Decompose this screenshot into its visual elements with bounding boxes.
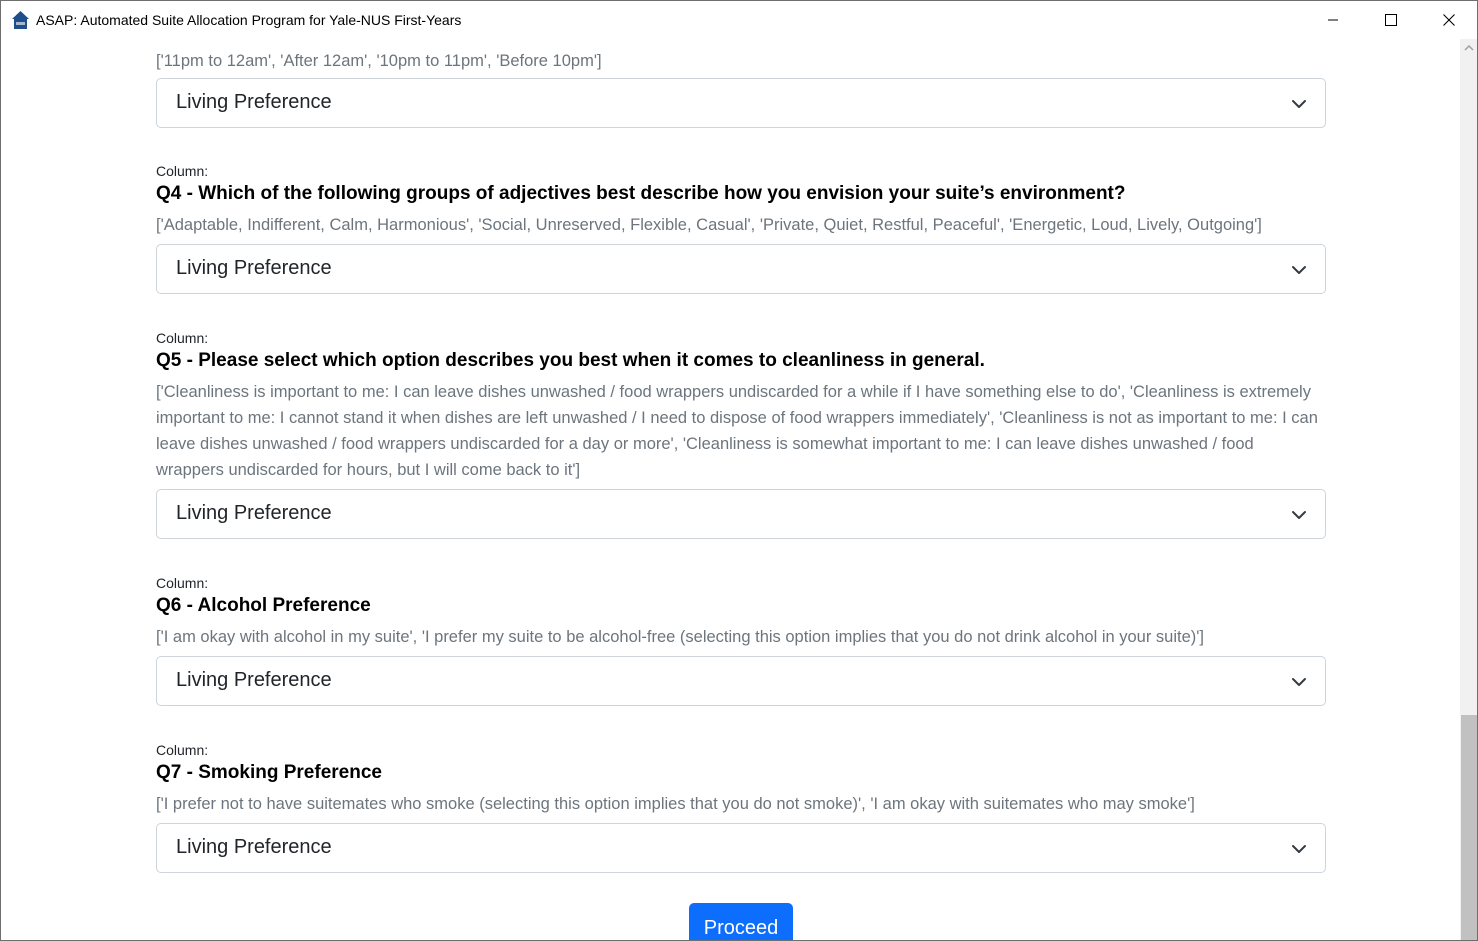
maximize-button[interactable] — [1362, 1, 1420, 39]
question-title: Q7 - Smoking Preference — [156, 762, 382, 783]
column-label: Column: — [156, 742, 209, 758]
app-window: ASAP: Automated Suite Allocation Program… — [0, 0, 1478, 941]
question-options: ['Cleanliness is important to me: I can … — [156, 383, 1318, 479]
select-value: Living Preference — [176, 502, 332, 524]
title-bar: ASAP: Automated Suite Allocation Program… — [1, 1, 1477, 39]
chevron-down-icon — [1292, 678, 1306, 686]
question-q6: Column: Q6 - Alcohol Preference ['I am o… — [156, 575, 1326, 706]
window-title: ASAP: Automated Suite Allocation Program… — [36, 12, 462, 28]
question-options: ['11pm to 12am', 'After 12am', '10pm to … — [156, 52, 602, 70]
chevron-up-icon — [1464, 44, 1474, 51]
form-content: ['11pm to 12am', 'After 12am', '10pm to … — [1, 39, 1460, 940]
chevron-down-icon — [1292, 100, 1306, 108]
living-preference-select-q3[interactable]: Living Preference — [156, 78, 1326, 128]
chevron-down-icon — [1292, 266, 1306, 274]
question-options: ['Adaptable, Indifferent, Calm, Harmonio… — [156, 216, 1262, 234]
question-title: Q6 - Alcohol Preference — [156, 595, 371, 616]
living-preference-select-q6[interactable]: Living Preference — [156, 656, 1326, 706]
column-label: Column: — [156, 330, 209, 346]
question-q5: Column: Q5 - Please select which option … — [156, 330, 1326, 539]
question-q3-partial: ['11pm to 12am', 'After 12am', '10pm to … — [156, 48, 1326, 128]
column-label: Column: — [156, 575, 209, 591]
question-title: Q5 - Please select which option describe… — [156, 350, 985, 371]
select-value: Living Preference — [176, 836, 332, 858]
maximize-icon — [1385, 14, 1397, 26]
select-value: Living Preference — [176, 257, 332, 279]
scrollbar-thumb[interactable] — [1461, 715, 1477, 940]
chevron-down-icon — [1292, 511, 1306, 519]
column-label: Column: — [156, 163, 209, 179]
question-options: ['I am okay with alcohol in my suite', '… — [156, 628, 1205, 646]
vertical-scrollbar[interactable] — [1460, 39, 1477, 940]
house-icon — [12, 11, 29, 29]
question-options: ['I prefer not to have suitemates who sm… — [156, 795, 1195, 813]
select-value: Living Preference — [176, 669, 332, 691]
living-preference-select-q5[interactable]: Living Preference — [156, 489, 1326, 539]
living-preference-select-q7[interactable]: Living Preference — [156, 823, 1326, 873]
select-value: Living Preference — [176, 91, 332, 113]
minimize-icon — [1328, 19, 1338, 21]
close-button[interactable] — [1420, 1, 1477, 39]
living-preference-select-q4[interactable]: Living Preference — [156, 244, 1326, 294]
question-q7: Column: Q7 - Smoking Preference ['I pref… — [156, 742, 1326, 873]
close-icon — [1443, 14, 1455, 26]
chevron-down-icon — [1292, 845, 1306, 853]
question-title: Q4 - Which of the following groups of ad… — [156, 183, 1126, 204]
scroll-up-arrow[interactable] — [1460, 39, 1477, 57]
question-q4: Column: Q4 - Which of the following grou… — [156, 163, 1326, 294]
minimize-button[interactable] — [1304, 1, 1362, 39]
proceed-button[interactable]: Proceed — [689, 903, 793, 940]
